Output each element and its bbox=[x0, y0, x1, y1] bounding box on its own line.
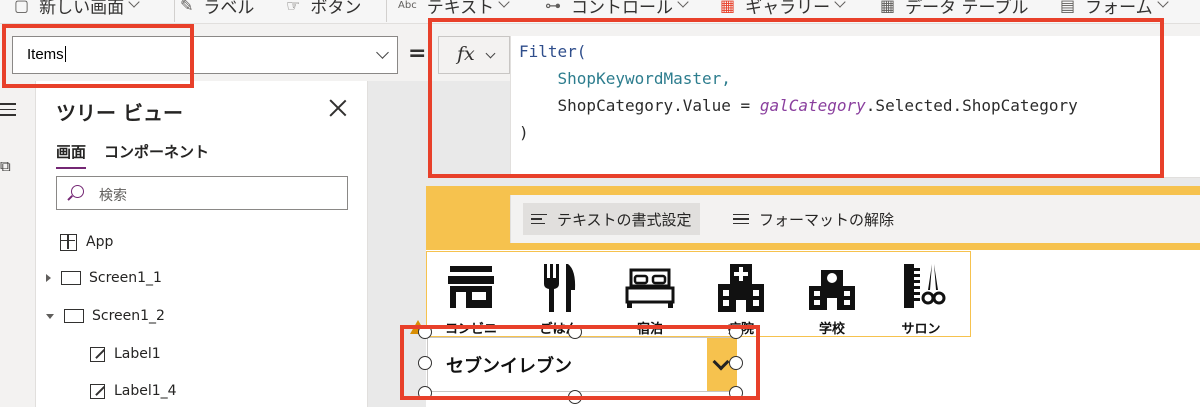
clear-format-icon bbox=[733, 211, 749, 228]
equals-sign: = bbox=[408, 41, 427, 66]
resize-handle[interactable] bbox=[568, 325, 582, 339]
resize-handle[interactable] bbox=[729, 386, 743, 400]
hamburger-menu-icon[interactable] bbox=[0, 103, 16, 120]
forms-menu[interactable]: ▤ フォーム bbox=[1060, 0, 1169, 18]
dropdown-selected-value: セブンイレブン bbox=[446, 356, 572, 377]
format-toolbar: テキストの書式設定 フォーマットの解除 bbox=[510, 195, 1200, 243]
tree-node-screen1-1[interactable]: Screen1_1 bbox=[46, 263, 162, 293]
layers-icon[interactable]: ⧉ bbox=[0, 157, 11, 175]
label-button[interactable]: ✎ ラベル bbox=[180, 0, 254, 18]
category-item[interactable]: サロン bbox=[881, 260, 961, 337]
tab-screens[interactable]: 画面 bbox=[56, 141, 87, 169]
resize-handle[interactable] bbox=[568, 390, 582, 404]
chevron-down-icon bbox=[712, 353, 730, 371]
format-text-icon bbox=[531, 211, 547, 228]
chevron-down-icon bbox=[834, 0, 846, 8]
insert-ribbon: ▢ 新しい画面 ✎ ラベル ☞ ボタン Abc テキスト ⊶ コントロール ▦ … bbox=[0, 0, 1200, 24]
ribbon-divider bbox=[386, 0, 387, 22]
chevron-down-icon bbox=[128, 0, 140, 8]
tree-view-panel: ツリー ビュー 画面 コンポーネント 検索 App Screen1_1 Scre… bbox=[36, 81, 368, 407]
tree-node-label1[interactable]: Label1 bbox=[90, 339, 161, 369]
app-icon bbox=[60, 233, 77, 251]
button-icon: ☞ bbox=[286, 0, 301, 15]
tab-components[interactable]: コンポーネント bbox=[104, 141, 209, 169]
search-placeholder: 検索 bbox=[99, 188, 127, 204]
controls-icon: ⊶ bbox=[545, 0, 561, 15]
tree-view-title: ツリー ビュー bbox=[56, 101, 183, 125]
resize-handle[interactable] bbox=[729, 325, 743, 339]
new-screen-icon: ▢ bbox=[14, 0, 30, 15]
formula-line-3-rest: .Selected.ShopCategory bbox=[865, 96, 1078, 115]
new-screen-menu[interactable]: ▢ 新しい画面 bbox=[14, 0, 140, 18]
format-text-button[interactable]: テキストの書式設定 bbox=[523, 203, 700, 235]
resize-handle[interactable] bbox=[418, 325, 432, 339]
data-table-button[interactable]: ▦ データ テーブル bbox=[880, 0, 1029, 18]
formula-editor[interactable]: Filter( ShopKeywordMaster, ShopCategory.… bbox=[510, 36, 1200, 178]
label-icon: ✎ bbox=[180, 0, 194, 15]
close-icon[interactable] bbox=[329, 99, 347, 117]
property-selector[interactable]: Items bbox=[12, 36, 398, 74]
collapse-caret-icon[interactable] bbox=[46, 313, 54, 319]
gallery-menu[interactable]: ▦ ギャラリー bbox=[720, 0, 846, 18]
category-item[interactable]: 宿泊 bbox=[610, 260, 690, 337]
button-button[interactable]: ☞ ボタン bbox=[286, 0, 361, 18]
fork-knife-icon bbox=[544, 264, 576, 312]
tree-node-label1-4[interactable]: Label1_4 bbox=[90, 376, 177, 406]
search-icon bbox=[71, 185, 84, 198]
text-icon: Abc bbox=[398, 0, 417, 11]
chevron-down-icon bbox=[677, 0, 689, 8]
formula-line-3-field: ShopCategory.Value = bbox=[557, 96, 760, 115]
tree-view-tabs: 画面 コンポーネント bbox=[56, 141, 209, 169]
category-item[interactable]: ごはん bbox=[519, 260, 599, 337]
resize-handle[interactable] bbox=[418, 356, 432, 370]
label-icon bbox=[90, 346, 105, 362]
bed-icon bbox=[625, 268, 675, 308]
formula-line-4: ) bbox=[519, 123, 529, 142]
category-item[interactable]: 病院 bbox=[701, 260, 781, 337]
tree-node-screen1-2[interactable]: Screen1_2 bbox=[46, 301, 165, 331]
power-apps-studio: ▢ 新しい画面 ✎ ラベル ☞ ボタン Abc テキスト ⊶ コントロール ▦ … bbox=[0, 0, 1200, 407]
chevron-down-icon bbox=[1156, 0, 1169, 8]
search-input[interactable]: 検索 bbox=[56, 176, 348, 210]
screen-icon bbox=[64, 309, 84, 323]
expand-caret-icon[interactable] bbox=[46, 274, 51, 282]
resize-handle[interactable] bbox=[418, 386, 432, 400]
screen-icon bbox=[61, 271, 81, 285]
chevron-down-icon bbox=[498, 0, 510, 8]
forms-icon: ▤ bbox=[1060, 0, 1076, 15]
shop-dropdown[interactable]: セブンイレブン bbox=[427, 337, 737, 392]
convenience-store-icon bbox=[448, 266, 494, 308]
formula-line-3-control: galCategory bbox=[759, 96, 866, 115]
fx-function-button[interactable]: fx bbox=[438, 36, 510, 74]
category-item[interactable]: コンビニ bbox=[431, 260, 511, 337]
resize-handle[interactable] bbox=[729, 356, 743, 370]
controls-menu[interactable]: ⊶ コントロール bbox=[545, 0, 689, 18]
comb-scissors-icon bbox=[904, 264, 946, 308]
hospital-icon bbox=[718, 264, 764, 312]
chevron-down-icon bbox=[485, 48, 496, 59]
chevron-down-icon[interactable] bbox=[376, 46, 389, 59]
label-icon bbox=[90, 383, 105, 399]
school-icon bbox=[809, 270, 855, 310]
category-gallery[interactable]: コンビニ ごはん 宿泊 学校 サロン bbox=[426, 251, 971, 337]
category-item[interactable]: 学校 bbox=[792, 260, 872, 337]
data-table-icon: ▦ bbox=[880, 0, 896, 15]
left-rail: ⧉ bbox=[0, 81, 36, 407]
gallery-icon: ▦ bbox=[720, 0, 736, 15]
formula-line-1: Filter( bbox=[519, 42, 587, 61]
ribbon-divider bbox=[174, 0, 175, 22]
clear-format-button[interactable]: フォーマットの解除 bbox=[725, 203, 902, 235]
tree-node-app[interactable]: App bbox=[60, 227, 113, 257]
text-menu[interactable]: Abc テキスト bbox=[398, 0, 510, 18]
property-value: Items bbox=[27, 46, 64, 63]
formula-line-2: ShopKeywordMaster, bbox=[557, 69, 731, 88]
fx-icon: fx bbox=[457, 43, 475, 65]
text-caret bbox=[64, 46, 66, 62]
